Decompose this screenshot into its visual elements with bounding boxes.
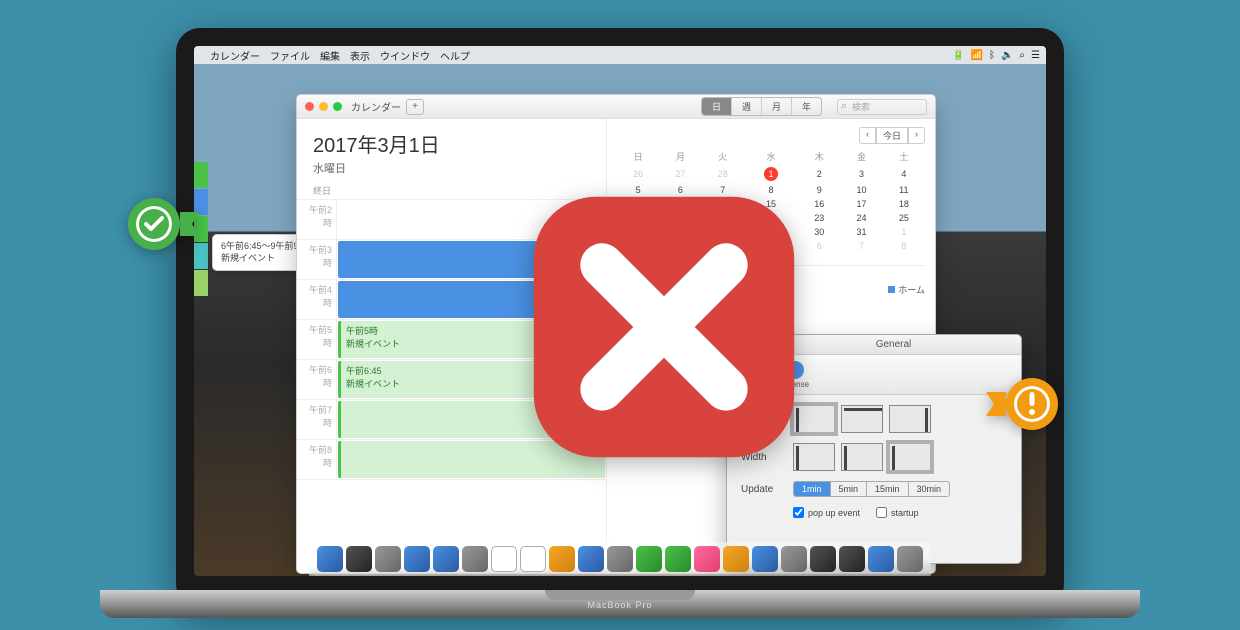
menu-app[interactable]: カレンダー [210,48,260,63]
width-wide[interactable] [889,443,931,471]
dock-sysprefs-icon[interactable] [781,546,807,572]
laptop-frame: カレンダー ファイル 編集 表示 ウインドウ ヘルプ 🔋 📶 ᛒ 🔈 ⌕ ☰ [176,28,1064,608]
menu-edit[interactable]: 編集 [320,48,340,63]
startup-checkbox[interactable]: startup [876,507,919,518]
width-medium[interactable] [841,443,883,471]
close-button[interactable] [305,102,314,111]
approved-badge-icon [128,198,200,255]
desktop: 6午前6:45〜9午前9:15 新規イベント カレンダー + 日 週 月 年 [194,64,1046,542]
menubar-extras: 🔋 📶 ᛒ 🔈 ⌕ ☰ [952,50,1040,61]
view-year[interactable]: 年 [792,98,821,115]
dock-facetime-icon[interactable] [665,546,691,572]
update-15min[interactable]: 15min [867,482,909,496]
dock-itunes-icon[interactable] [694,546,720,572]
menu-help[interactable]: ヘルプ [440,48,470,63]
dock-siri-icon[interactable] [346,546,372,572]
today-button[interactable]: 今日 [876,127,908,144]
calendar-titlebar[interactable]: カレンダー + 日 週 月 年 検索 [297,95,935,119]
time-label: 午前2時 [297,200,337,239]
sidebar-tab[interactable] [194,162,208,188]
macos-menubar: カレンダー ファイル 編集 表示 ウインドウ ヘルプ 🔋 📶 ᛒ 🔈 ⌕ ☰ [194,46,1046,64]
position-top[interactable] [841,405,883,433]
view-day[interactable]: 日 [702,98,732,115]
dock-terminal-icon[interactable] [810,546,836,572]
rejected-overlay-icon [509,172,819,482]
warning-badge-icon [986,378,1058,435]
date-title: 2017年3月1日 [313,129,590,158]
position-right[interactable] [889,405,931,433]
time-label: 午前5時 [297,320,337,359]
update-5min[interactable]: 5min [831,482,868,496]
dock-notes-icon[interactable] [520,546,546,572]
dock-mail-icon[interactable] [433,546,459,572]
search-icon[interactable]: ⌕ [1019,50,1025,61]
laptop-brand: MacBook Pro [587,600,652,610]
sidebar-tab[interactable] [194,270,208,296]
time-label: 午前6時 [297,360,337,399]
calendar-selector[interactable]: ホーム [888,281,925,298]
dock-appstore-icon[interactable] [752,546,778,572]
dock-ibooks-icon[interactable] [723,546,749,572]
search-input[interactable]: 検索 [837,99,927,115]
volume-icon[interactable]: 🔈 [1001,50,1013,61]
dock-reminders-icon[interactable] [549,546,575,572]
zoom-button[interactable] [333,102,342,111]
battery-icon[interactable]: 🔋 [952,50,964,61]
mini-cal-nav[interactable]: ‹ 今日 › [859,127,925,144]
laptop-base: MacBook Pro [100,590,1140,618]
dock[interactable] [309,542,931,576]
dock-calendar-icon[interactable] [491,546,517,572]
view-segmented[interactable]: 日 週 月 年 [701,97,822,116]
notification-icon[interactable]: ☰ [1031,50,1040,61]
update-30min[interactable]: 30min [909,482,950,496]
window-title: カレンダー [351,99,401,114]
wifi-icon[interactable]: 📶 [971,50,983,61]
dock-trash-icon[interactable] [897,546,923,572]
dock-contacts-icon[interactable] [462,546,488,572]
menu-window[interactable]: ウインドウ [380,48,430,63]
menu-view[interactable]: 表示 [350,48,370,63]
dock-photos-icon[interactable] [607,546,633,572]
view-week[interactable]: 週 [732,98,762,115]
update-1min[interactable]: 1min [794,482,831,496]
view-month[interactable]: 月 [762,98,792,115]
dock-app-icon[interactable] [868,546,894,572]
dock-maps-icon[interactable] [578,546,604,572]
time-label: 午前4時 [297,280,337,319]
menu-file[interactable]: ファイル [270,48,310,63]
time-label: 午前8時 [297,440,337,479]
dock-app-icon[interactable] [839,546,865,572]
time-label: 午前7時 [297,400,337,439]
update-label: Update [741,484,793,495]
popup-checkbox[interactable]: pop up event [793,507,860,518]
dock-finder-icon[interactable] [317,546,343,572]
next-month-button[interactable]: › [908,127,925,144]
dock-messages-icon[interactable] [636,546,662,572]
minimize-button[interactable] [319,102,328,111]
dock-launchpad-icon[interactable] [375,546,401,572]
update-segmented[interactable]: 1min 5min 15min 30min [793,481,950,497]
prev-month-button[interactable]: ‹ [859,127,876,144]
screen: カレンダー ファイル 編集 表示 ウインドウ ヘルプ 🔋 📶 ᛒ 🔈 ⌕ ☰ [194,46,1046,576]
time-label: 午前3時 [297,240,337,279]
laptop-notch [545,590,695,600]
dock-safari-icon[interactable] [404,546,430,572]
bluetooth-icon[interactable]: ᛒ [989,50,995,61]
add-event-button[interactable]: + [406,99,424,115]
